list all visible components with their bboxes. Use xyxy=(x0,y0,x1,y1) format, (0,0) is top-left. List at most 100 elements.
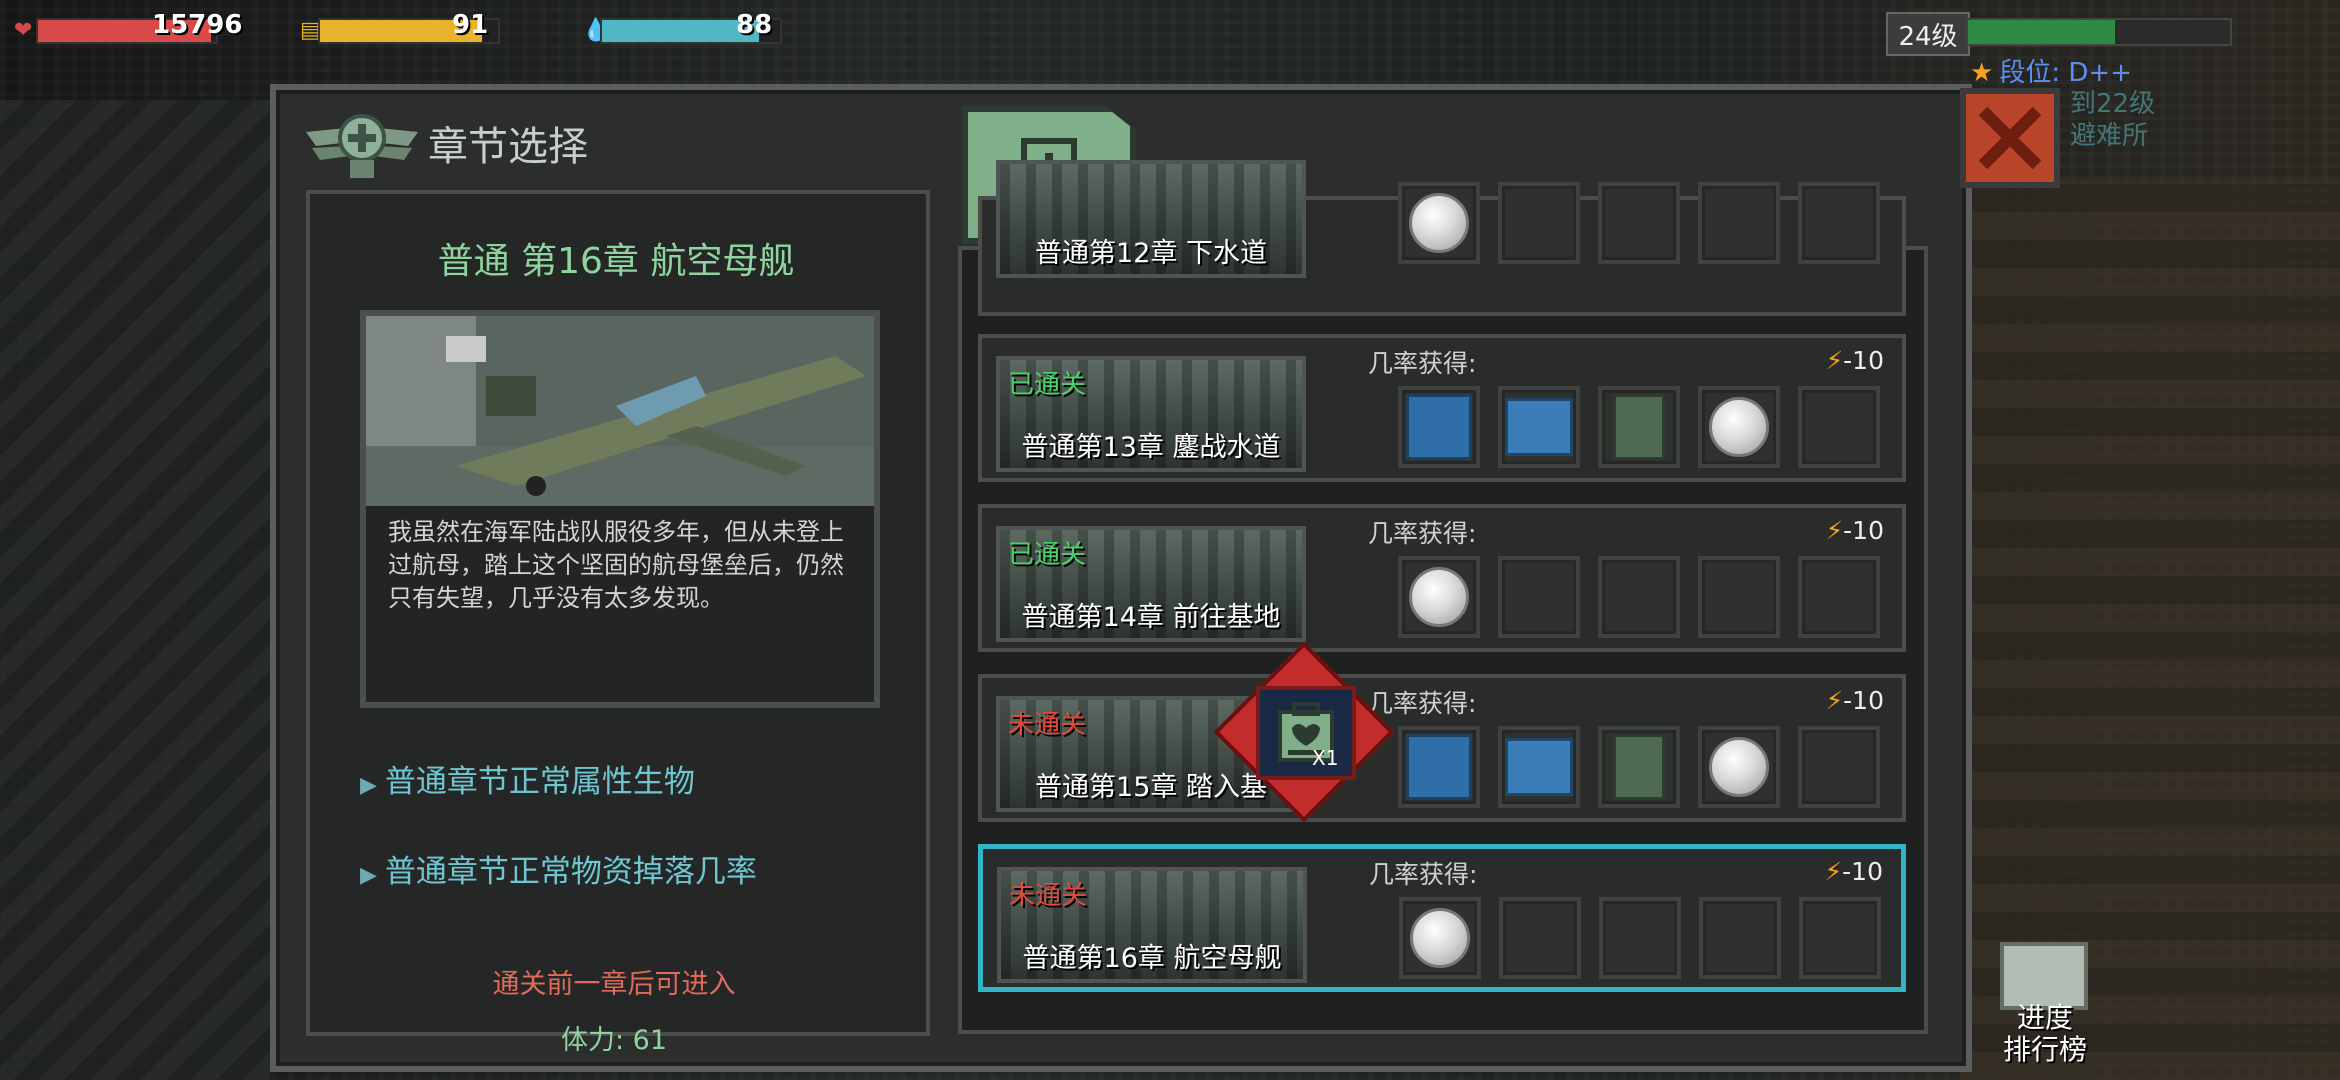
reward-slots xyxy=(1399,897,1881,979)
drop-label: 几率获得: xyxy=(1368,689,1477,718)
background-buildings-left xyxy=(0,100,270,1080)
reward-slots xyxy=(1398,556,1880,638)
reward-slot[interactable] xyxy=(1598,386,1680,468)
close-icon xyxy=(1978,106,2042,170)
star-icon: ★ xyxy=(1970,58,1994,88)
reward-slot[interactable] xyxy=(1798,182,1880,264)
reward-slot[interactable] xyxy=(1398,182,1480,264)
chapter-status: 已通关 xyxy=(1008,370,1087,400)
reward-slot[interactable] xyxy=(1698,726,1780,808)
reward-badge-count: X1 xyxy=(1312,746,1339,770)
leaderboard-line-1: 进度 xyxy=(2016,1001,2073,1034)
info-bullet-creatures[interactable]: ▶ 普通章节正常属性生物 xyxy=(360,756,695,801)
lightning-icon: ⚡ xyxy=(1825,516,1844,545)
drop-label: 几率获得: xyxy=(1369,860,1478,889)
reward-slot[interactable] xyxy=(1698,182,1780,264)
chapter-row[interactable]: 已通关 普通第14章 前往基地 几率获得: ⚡-10 xyxy=(978,504,1906,652)
drop-label: 几率获得: xyxy=(1368,349,1477,378)
rank-label[interactable]: ★ 段位: D++ xyxy=(1970,52,2132,89)
chapter-name: 普通第12章 下水道 xyxy=(1035,238,1267,269)
chapter-row[interactable]: 未通关普通第16章 航空母舰 几率获得: ⚡-10 xyxy=(978,844,1906,992)
stamina-cost: ⚡-10 xyxy=(1826,346,1884,375)
reward-slot[interactable] xyxy=(1699,897,1781,979)
chapter-thumbnail: 已通关 普通第14章 前往基地 xyxy=(996,526,1306,642)
stamina-cost-value: -10 xyxy=(1843,686,1884,715)
chapter-name: 普通第16章 航空母舰 xyxy=(1022,943,1282,974)
reward-slot[interactable] xyxy=(1798,386,1880,468)
stamina-cost-value: -10 xyxy=(1842,857,1883,886)
reward-slot[interactable] xyxy=(1398,556,1480,638)
stamina-cost-value: -10 xyxy=(1843,346,1884,375)
chapter-row[interactable]: 已通关普通第13章 鏖战水道 几率获得: ⚡-10 xyxy=(978,334,1906,482)
reward-slot[interactable] xyxy=(1799,897,1881,979)
rank-text: 段位: D++ xyxy=(1999,58,2132,88)
chapter-status: 未通关 xyxy=(1008,710,1087,740)
selected-chapter-title: 普通 第16章 航空母舰 xyxy=(437,241,795,282)
bullet-text: 普通章节正常属性生物 xyxy=(384,764,695,800)
chapter-status: 未通关 xyxy=(1009,881,1088,911)
info-bullet-drops[interactable]: ▶ 普通章节正常物资掉落几率 xyxy=(360,846,757,891)
reward-slot[interactable] xyxy=(1398,726,1480,808)
reward-slot[interactable] xyxy=(1598,726,1680,808)
reward-slot[interactable] xyxy=(1798,556,1880,638)
stamina-cost-value: -10 xyxy=(1843,516,1884,545)
winged-emblem-icon xyxy=(306,114,418,178)
food-value: 91 xyxy=(452,10,489,40)
reward-slot[interactable] xyxy=(1399,897,1481,979)
chapter-description: 我虽然在海军陆战队服役多年，但从未登上过航母，踏上这个坚固的航母堡垒后，仍然只有… xyxy=(388,518,844,612)
reward-slot[interactable] xyxy=(1599,897,1681,979)
aircraft-carrier-scene xyxy=(366,316,874,512)
coin-icon xyxy=(1409,567,1469,627)
coin-icon xyxy=(1410,908,1470,968)
health-value: 15796 xyxy=(152,10,243,40)
stamina-cost: ⚡-10 xyxy=(1826,516,1884,545)
reward-slots xyxy=(1398,182,1880,264)
reward-slot[interactable] xyxy=(1398,386,1480,468)
gun-icon xyxy=(1505,738,1573,796)
chapter-thumbnail: 已通关普通第13章 鏖战水道 xyxy=(996,356,1306,472)
lightning-icon: ⚡ xyxy=(1825,346,1844,375)
panel-title: 章节选择 xyxy=(428,124,588,170)
water-value: 88 xyxy=(736,10,773,40)
progress-leaderboard-button[interactable]: 进度 排行榜 xyxy=(1990,940,2100,1066)
reward-slot[interactable] xyxy=(1499,897,1581,979)
bullet-text: 普通章节正常物资掉落几率 xyxy=(384,854,757,890)
sign-line-1: 到22级 xyxy=(2070,89,2156,119)
chapter-name: 普通第13章 鏖战水道 xyxy=(1021,432,1281,463)
coin-icon xyxy=(1709,397,1769,457)
triangle-right-icon: ▶ xyxy=(360,773,377,798)
ammo-icon xyxy=(1613,734,1665,800)
stamina-label: 体力: 61 xyxy=(560,1025,668,1056)
chapter-row[interactable]: 未通关 普通第15章 踏入基 几率获得: ⚡-10 xyxy=(978,674,1906,822)
reward-slot[interactable] xyxy=(1798,726,1880,808)
chapter-name: 普通第14章 前往基地 xyxy=(1021,602,1281,633)
reward-slot[interactable] xyxy=(1698,386,1780,468)
level-badge: 24级 xyxy=(1886,12,1970,56)
chapter-row[interactable]: 普通第12章 下水道 xyxy=(978,160,1906,316)
reward-slot[interactable] xyxy=(1598,556,1680,638)
close-button[interactable] xyxy=(1960,88,2060,188)
drop-label: 几率获得: xyxy=(1368,519,1477,548)
stamina-cost: ⚡-10 xyxy=(1825,857,1883,886)
lightning-icon: ⚡ xyxy=(1825,686,1844,715)
reward-slot[interactable] xyxy=(1498,386,1580,468)
sign-line-2: 避难所 xyxy=(2070,121,2149,151)
reward-slot[interactable] xyxy=(1498,556,1580,638)
triangle-right-icon: ▶ xyxy=(360,863,377,888)
reward-slot[interactable] xyxy=(1698,556,1780,638)
reward-badge[interactable] xyxy=(1256,686,1356,780)
lightning-icon: ⚡ xyxy=(1824,857,1843,886)
reward-slots xyxy=(1398,726,1880,808)
reward-slots xyxy=(1398,386,1880,468)
gun-icon xyxy=(1505,398,1573,456)
ammo-icon xyxy=(1613,394,1665,460)
reward-slot[interactable] xyxy=(1498,182,1580,264)
reward-slot[interactable] xyxy=(1498,726,1580,808)
leaderboard-line-2: 排行榜 xyxy=(2002,1033,2087,1066)
xp-bar-fill xyxy=(1968,20,2115,44)
armor-icon xyxy=(1406,394,1472,460)
coin-icon xyxy=(1409,193,1469,253)
coin-icon xyxy=(1709,737,1769,797)
reward-slot[interactable] xyxy=(1598,182,1680,264)
heart-icon: ❤ xyxy=(14,18,33,43)
